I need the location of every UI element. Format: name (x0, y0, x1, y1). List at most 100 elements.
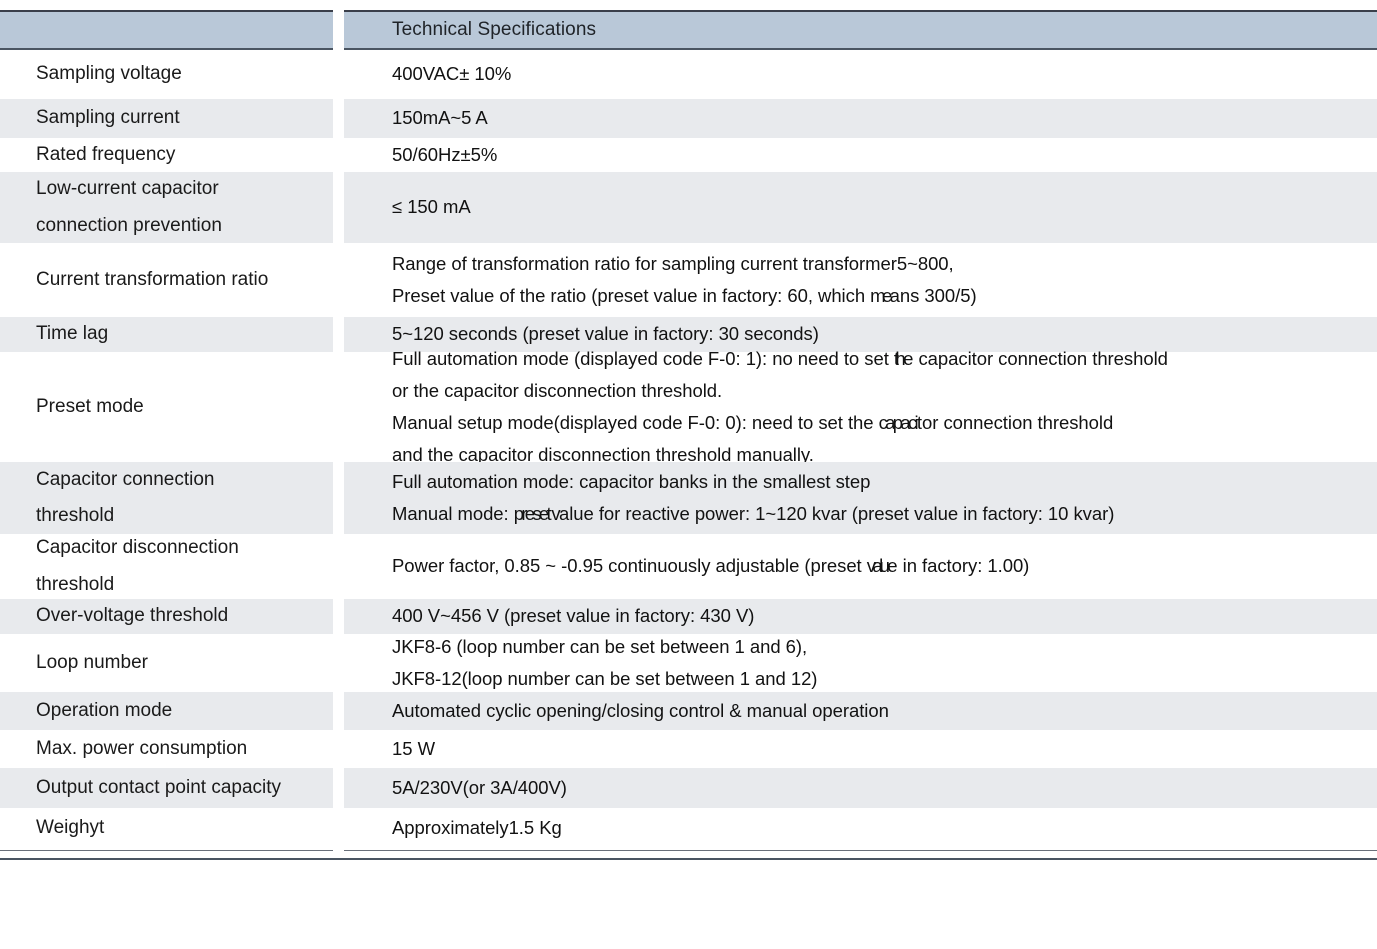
table-row: Operation mode Automated cyclic opening/c… (0, 692, 1377, 730)
spec-label-cell: Loop number (0, 634, 333, 692)
table-row: Low-current capacitor connection preventi… (0, 172, 1377, 243)
cell-line: Rated frequency (36, 143, 176, 165)
spec-label-cell: Capacitor connection threshold (0, 462, 333, 534)
header-right-label: Technical Specifications (392, 18, 597, 40)
table-row: Preset mode Full automation mode (display… (0, 348, 1377, 465)
spec-label-cell: Over-voltage threshold (0, 599, 333, 634)
cell-line: or the capacitor disconnection threshold… (392, 379, 723, 401)
column-gap (333, 634, 344, 692)
cell-line: connection prevention (36, 214, 222, 236)
cell-line: Preset mode (36, 395, 144, 417)
cell-line: Sampling voltage (36, 63, 182, 85)
column-gap (333, 462, 344, 534)
spec-label-cell: Sampling voltage (0, 50, 333, 99)
table-row: Rated frequency 50/60Hz±5% (0, 138, 1377, 172)
table-row: Current transformation ratio Range of tra… (0, 243, 1377, 317)
spec-value-cell: Approximately1.5 Kg (344, 808, 1377, 848)
header-cell-left (0, 10, 333, 50)
overlapped-glyphs: valu (866, 555, 890, 577)
bottom-rule-left-segment (0, 850, 333, 851)
column-gap (333, 317, 344, 352)
spec-label-cell: Low-current capacitor connection preventi… (0, 172, 333, 243)
cell-line: JKF8-12(loop number can be set between 1… (392, 668, 818, 689)
spec-value-cell: Automated cyclic opening/closing control… (344, 692, 1377, 730)
table-row: Loop number JKF8-6 (loop number can be se… (0, 634, 1377, 692)
cell-line: 50/60Hz±5% (392, 143, 498, 165)
column-gap (333, 768, 344, 808)
cell-line: Output contact point capacity (36, 776, 282, 798)
cell-line: JKF8-6 (loop number can be set between 1… (392, 635, 808, 657)
spec-label-cell: Capacitor disconnection threshold (0, 534, 333, 599)
spec-label-cell: Max. power consumption (0, 730, 333, 768)
spec-label-cell: Sampling current (0, 99, 333, 138)
column-gap (333, 534, 344, 599)
column-gap (333, 99, 344, 138)
cell-line: Full automation mode: capacitor banks in… (392, 470, 871, 492)
spec-value-cell: 150mA~5 A (344, 99, 1377, 138)
cell-line: Automated cyclic opening/closing control… (392, 699, 889, 721)
table-row: Max. power consumption 15 W (0, 730, 1377, 768)
table-body: Sampling voltage 400VAC± 10% Sampling curr… (0, 50, 1377, 848)
cell-line: Low-current capacitor (36, 178, 219, 200)
table-row: Over-voltage threshold 400 V~456 V (prese… (0, 599, 1377, 634)
cell-line: Capacitor disconnection (36, 537, 239, 559)
column-gap (333, 243, 344, 317)
technical-specifications-table: Technical Specifications Sampling voltag… (0, 10, 1377, 949)
table-row: Sampling current 150mA~5 A (0, 99, 1377, 138)
header-cell-right: Technical Specifications (344, 10, 1377, 50)
column-gap (333, 692, 344, 730)
cell-line: 400 V~456 V (preset value in factory: 43… (392, 605, 755, 627)
overlapped-glyphs: preset v (513, 503, 561, 524)
spec-value-cell: ≤ 150 mA (344, 172, 1377, 243)
spec-value-cell: 400VAC± 10% (344, 50, 1377, 99)
spec-value-cell: Full automation mode (displayed code F-0… (344, 348, 1377, 465)
spec-value-cell: 15 W (344, 730, 1377, 768)
spec-value-cell: JKF8-6 (loop number can be set between 1… (344, 634, 1377, 692)
cell-line: 400VAC± 10% (392, 63, 512, 85)
cell-line: 5A/230V(or 3A/400V) (392, 776, 567, 798)
cell-line: 15 W (392, 737, 435, 759)
spec-value-cell: 50/60Hz±5% (344, 138, 1377, 172)
table-header-row: Technical Specifications (0, 10, 1377, 50)
cell-line: Max. power consumption (36, 737, 248, 759)
spec-label-cell: Rated frequency (0, 138, 333, 172)
table-row: Weighyt Approximately1.5 Kg (0, 808, 1377, 848)
column-gap (333, 138, 344, 172)
table-row: Output contact point capacity 5A/230V(or … (0, 768, 1377, 808)
cell-line: Approximately1.5 Kg (392, 816, 562, 838)
column-gap (333, 352, 344, 462)
table-row: Capacitor connection threshold Full automa… (0, 462, 1377, 534)
spec-value-cell: Power factor, 0.85 ~ -0.95 continuously … (344, 534, 1377, 599)
cell-line: Full automation mode (displayed code F-0… (392, 343, 1361, 375)
overlapped-glyphs: capaci (878, 412, 919, 433)
column-gap (333, 50, 344, 99)
spec-label-cell: Preset mode (0, 352, 333, 462)
column-gap (333, 172, 344, 243)
spec-label-cell: Output contact point capacity (0, 768, 333, 808)
spec-value-cell: Range of transformation ratio for sampli… (344, 243, 1377, 317)
column-gap (333, 599, 344, 634)
spec-value-cell: Full automation mode: capacitor banks in… (344, 462, 1377, 534)
cell-line: Sampling current (36, 107, 180, 129)
cell-line: Preset value of the ratio (preset value … (392, 280, 1361, 312)
column-gap (333, 10, 344, 50)
cell-line: Operation mode (36, 699, 173, 721)
column-gap (333, 730, 344, 768)
cell-line: Capacitor connection (36, 468, 215, 490)
bottom-rule-right-segment (344, 850, 1377, 851)
cell-line: Manual mode: preset value for reactive p… (392, 498, 1361, 530)
cell-line: Time lag (36, 323, 109, 345)
spec-value-cell: 400 V~456 V (preset value in factory: 43… (344, 599, 1377, 634)
bottom-rule-gap (333, 850, 344, 851)
spec-value-cell: 5A/230V(or 3A/400V) (344, 768, 1377, 808)
cell-line: Over-voltage threshold (36, 605, 229, 627)
cell-line: threshold (36, 505, 115, 526)
table-bottom-rule-thick (0, 858, 1377, 860)
cell-line: 150mA~5 A (392, 107, 488, 129)
spec-label-cell: Current transformation ratio (0, 243, 333, 317)
overlapped-glyphs: th (893, 347, 906, 369)
cell-line: Weighyt (36, 816, 105, 838)
spec-label-cell: Weighyt (0, 808, 333, 848)
table-row: Capacitor disconnection threshold Power fa… (0, 534, 1377, 599)
cell-line: Power factor, 0.85 ~ -0.95 continuously … (392, 550, 1361, 582)
